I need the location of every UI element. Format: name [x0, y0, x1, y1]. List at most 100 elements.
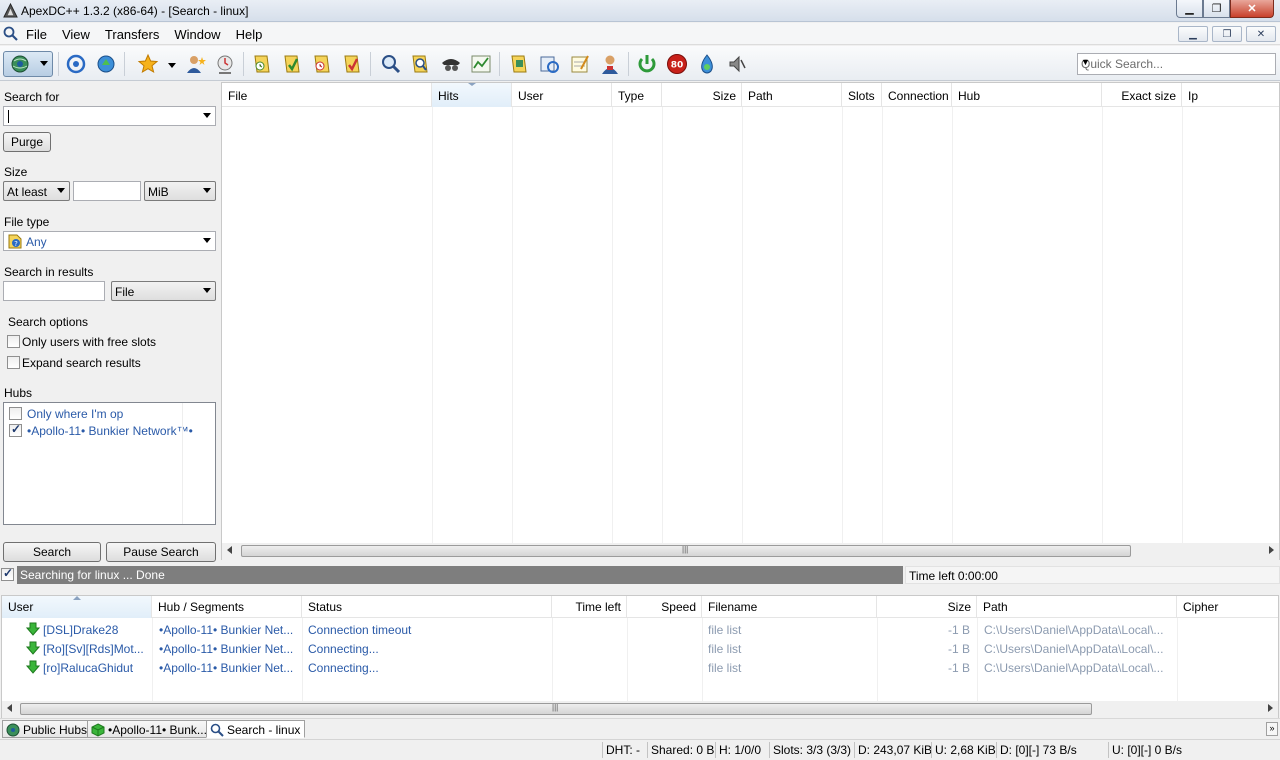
scroll-left-icon[interactable]: [227, 546, 232, 554]
chevron-down-icon[interactable]: [203, 288, 211, 293]
column-size[interactable]: Size: [877, 596, 977, 618]
menu-file[interactable]: File: [26, 27, 56, 42]
expand-results-checkbox[interactable]: [7, 356, 20, 369]
search-in-results-field-combo[interactable]: File: [111, 281, 216, 301]
transfer-filename: file list: [708, 661, 742, 675]
column-speed[interactable]: Speed: [627, 596, 702, 618]
transfer-status: Connection timeout: [308, 623, 412, 637]
close-button[interactable]: ✕: [1230, 0, 1274, 18]
search-status-strip: Searching for linux ... Done Time left 0…: [0, 565, 1280, 585]
tab-search-linux[interactable]: Search - linux: [206, 720, 306, 738]
limiter-icon[interactable]: 80: [665, 52, 689, 76]
size-mode-combo[interactable]: At least: [3, 181, 70, 201]
mdi-restore-button[interactable]: ❐: [1212, 26, 1242, 42]
purge-button[interactable]: Purge: [3, 132, 51, 152]
column-ip[interactable]: Ip: [1182, 83, 1279, 107]
size-unit-combo[interactable]: MiB: [144, 181, 216, 201]
disable-sounds-icon[interactable]: [695, 52, 719, 76]
menu-view[interactable]: View: [62, 27, 99, 42]
column-type[interactable]: Type: [612, 83, 662, 107]
finished-downloads-icon[interactable]: [280, 52, 304, 76]
column-filename[interactable]: Filename: [702, 596, 877, 618]
size-unit-value: MiB: [148, 185, 169, 199]
chevron-down-icon[interactable]: [203, 113, 211, 118]
results-horizontal-scrollbar[interactable]: |||: [222, 543, 1279, 560]
column-hits[interactable]: Hits: [432, 83, 512, 107]
column-path[interactable]: Path: [742, 83, 842, 107]
column-slots[interactable]: Slots: [842, 83, 882, 107]
size-value-input[interactable]: [73, 181, 141, 201]
minimize-button[interactable]: ▁: [1176, 0, 1203, 18]
scroll-left-icon[interactable]: [7, 704, 12, 712]
tab-scroll-right-icon[interactable]: »: [1266, 722, 1278, 736]
upload-queue-icon[interactable]: [310, 52, 334, 76]
search-status-checkbox[interactable]: [1, 566, 14, 581]
transfers-horizontal-scrollbar[interactable]: |||: [2, 701, 1278, 718]
transfer-row[interactable]: [DSL]Drake28 •Apollo-11• Bunkier Net... …: [2, 620, 1278, 639]
menu-transfers[interactable]: Transfers: [105, 27, 168, 42]
download-arrow-icon: [26, 622, 40, 636]
chevron-down-icon[interactable]: [203, 188, 211, 193]
transfer-path: C:\Users\Daniel\AppData\Local\...: [984, 661, 1164, 675]
search-for-label: Search for: [4, 90, 60, 104]
transfer-row[interactable]: [Ro][Sv][Rds]Mot... •Apollo-11• Bunkier …: [2, 639, 1278, 658]
free-slots-label[interactable]: Only users with free slots: [22, 335, 156, 349]
maximize-button[interactable]: ❐: [1203, 0, 1230, 18]
quick-search-combo[interactable]: Quick Search... ▼: [1077, 53, 1276, 75]
search-for-combo[interactable]: [3, 106, 216, 126]
tab-hub-apollo[interactable]: •Apollo-11• Bunk...: [87, 720, 212, 738]
free-slots-checkbox[interactable]: [7, 335, 20, 348]
column-path[interactable]: Path: [977, 596, 1177, 618]
settings-icon[interactable]: [598, 52, 622, 76]
hub-checkbox[interactable]: [9, 422, 22, 437]
recent-hubs-icon[interactable]: [213, 52, 237, 76]
column-exact-size[interactable]: Exact size: [1102, 83, 1182, 107]
menu-window[interactable]: Window: [174, 27, 229, 42]
connect-dropdown-button[interactable]: [3, 51, 53, 77]
column-hub-segments[interactable]: Hub / Segments: [152, 596, 302, 618]
search-in-results-input[interactable]: [3, 281, 105, 301]
shutdown-icon[interactable]: [725, 52, 749, 76]
adl-search-icon[interactable]: [408, 52, 432, 76]
notepad-icon[interactable]: [568, 52, 592, 76]
mdi-close-button[interactable]: ✕: [1246, 26, 1276, 42]
file-type-combo[interactable]: ? Any: [3, 231, 216, 251]
transfer-row[interactable]: [ro]RalucaGhidut •Apollo-11• Bunkier Net…: [2, 658, 1278, 677]
queue-icon[interactable]: [250, 52, 274, 76]
search-window-icon[interactable]: [3, 26, 19, 42]
results-header: File Hits User Type Size Path Slots Conn…: [222, 83, 1279, 107]
favorites-icon[interactable]: [136, 52, 160, 76]
favorite-users-icon[interactable]: [184, 52, 208, 76]
column-user[interactable]: User: [512, 83, 612, 107]
column-cipher[interactable]: Cipher: [1177, 596, 1278, 618]
away-icon[interactable]: [635, 52, 659, 76]
chevron-down-icon[interactable]: [203, 238, 211, 243]
scroll-right-icon[interactable]: [1268, 704, 1273, 712]
column-connection[interactable]: Connection: [882, 83, 952, 107]
search-spy-icon[interactable]: [439, 52, 463, 76]
column-file[interactable]: File: [222, 83, 432, 107]
search-icon[interactable]: [379, 52, 403, 76]
chevron-down-icon[interactable]: [57, 188, 65, 193]
column-hub[interactable]: Hub: [952, 83, 1102, 107]
search-button[interactable]: Search: [3, 542, 101, 562]
reconnect-icon[interactable]: [64, 52, 88, 76]
finished-uploads-icon[interactable]: [340, 52, 364, 76]
quick-search-dropdown-icon[interactable]: ▼: [1081, 57, 1271, 67]
hub-checkbox[interactable]: [9, 407, 22, 420]
column-time-left[interactable]: Time left: [552, 596, 627, 618]
open-file-list-icon[interactable]: [507, 52, 531, 76]
transfer-path: C:\Users\Daniel\AppData\Local\...: [984, 642, 1164, 656]
menu-help[interactable]: Help: [236, 27, 272, 42]
column-status[interactable]: Status: [302, 596, 552, 618]
tab-public-hubs[interactable]: Public Hubs: [2, 720, 93, 738]
column-size[interactable]: Size: [662, 83, 742, 107]
follow-redirect-icon[interactable]: [94, 52, 118, 76]
pause-search-button[interactable]: Pause Search: [106, 542, 216, 562]
scroll-right-icon[interactable]: [1269, 546, 1274, 554]
expand-results-label[interactable]: Expand search results: [22, 356, 141, 370]
network-stats-icon[interactable]: [469, 52, 493, 76]
mdi-minimize-button[interactable]: ▁: [1178, 26, 1208, 42]
refresh-share-icon[interactable]: [537, 52, 561, 76]
favorites-dropdown-arrow[interactable]: [168, 63, 176, 68]
